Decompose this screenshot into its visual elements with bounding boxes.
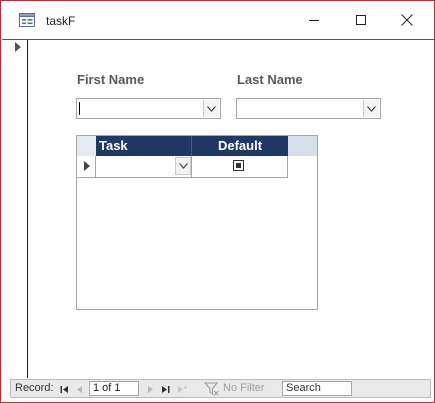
svg-text:*: *	[184, 385, 187, 394]
column-header-task[interactable]: Task	[96, 136, 192, 156]
row-selector[interactable]	[77, 156, 96, 177]
task-subform[interactable]: Task Default	[76, 135, 318, 310]
first-record-icon	[60, 385, 68, 393]
first-name-dropdown-button[interactable]	[203, 100, 219, 117]
subform-select-all[interactable]	[77, 136, 96, 156]
window-title: taskF	[46, 14, 76, 28]
filter-icon[interactable]	[204, 381, 220, 397]
first-name-combo[interactable]	[76, 98, 221, 119]
maximize-button[interactable]	[338, 1, 384, 39]
title-bar[interactable]: taskF	[1, 1, 434, 39]
search-input[interactable]: Search	[282, 381, 352, 396]
maximize-icon	[355, 14, 366, 25]
last-name-combo[interactable]	[236, 98, 381, 119]
default-checkbox[interactable]	[233, 160, 244, 171]
close-icon	[401, 14, 413, 26]
form-window: taskF First Name Last Name Task Default …	[0, 0, 435, 403]
last-name-dropdown-button[interactable]	[363, 100, 379, 117]
minimize-button[interactable]	[291, 1, 337, 39]
form-icon	[19, 13, 35, 27]
title-separator	[2, 39, 434, 40]
next-record-icon	[147, 385, 153, 393]
current-record-input[interactable]: 1 of 1	[89, 381, 139, 396]
minimize-icon	[308, 19, 319, 21]
chevron-down-icon	[207, 105, 216, 112]
record-navigation-bar: Record: 1 of 1 * No Filter Search	[10, 379, 431, 398]
last-record-button[interactable]	[160, 383, 170, 395]
no-filter-button[interactable]: No Filter	[223, 382, 265, 394]
task-combo-cell[interactable]	[96, 156, 192, 177]
chevron-down-icon	[178, 163, 188, 169]
last-name-label: Last Name	[237, 72, 303, 87]
current-row-arrow-icon	[84, 161, 90, 171]
new-record-icon: *	[177, 385, 187, 394]
first-record-button[interactable]	[59, 383, 69, 395]
next-record-button[interactable]	[145, 383, 155, 395]
table-row[interactable]	[77, 156, 288, 178]
last-record-icon	[161, 385, 169, 393]
previous-record-button[interactable]	[74, 383, 84, 395]
new-record-button[interactable]: *	[176, 383, 190, 395]
record-selector[interactable]	[1, 40, 28, 378]
record-label: Record:	[15, 382, 54, 394]
checkbox-fill-icon	[236, 163, 241, 168]
text-cursor	[79, 102, 80, 115]
task-dropdown-button[interactable]	[175, 157, 191, 175]
current-record-arrow-icon	[15, 42, 21, 52]
column-header-default[interactable]: Default	[192, 136, 288, 156]
default-cell	[192, 156, 288, 177]
chevron-down-icon	[367, 105, 376, 112]
close-button[interactable]	[384, 1, 430, 39]
previous-record-icon	[76, 385, 82, 393]
first-name-label: First Name	[77, 72, 145, 87]
